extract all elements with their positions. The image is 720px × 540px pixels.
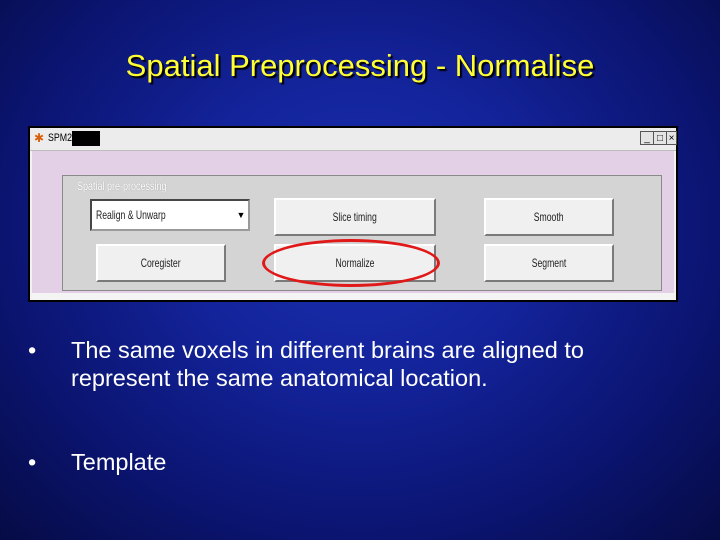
coregister-button[interactable]: Coregister [96, 244, 226, 282]
panel-label: Spatial pre-processing [77, 179, 167, 193]
dropdown-arrow-icon[interactable]: ▼ [236, 204, 246, 226]
segment-button[interactable]: Segment [484, 244, 614, 282]
bullet-dot: • [28, 449, 37, 475]
slice-timing-label: Slice timing [332, 210, 378, 224]
close-button[interactable]: × [666, 131, 677, 145]
minimize-button[interactable]: _ [640, 131, 654, 145]
window-titlebar: ✱ SPM2 _ □ × [30, 128, 677, 151]
realign-dropdown[interactable]: Realign & Unwarp ▼ [90, 199, 250, 231]
redacted-title-area [72, 131, 100, 146]
window-app-name: SPM2 [48, 132, 72, 144]
slice-timing-button[interactable]: Slice timing [274, 198, 436, 236]
slide-title: Spatial Preprocessing - Normalise [125, 48, 595, 83]
normalize-highlight-ellipse [262, 239, 440, 287]
smooth-button[interactable]: Smooth [484, 198, 614, 236]
spm-app-icon: ✱ [34, 131, 45, 145]
bullet-dot: • [28, 337, 37, 363]
bullet-text: The same voxels in different brains are … [71, 337, 584, 391]
segment-label: Segment [531, 256, 567, 270]
coregister-label: Coregister [141, 256, 181, 270]
dropdown-selected-value: Realign & Unwarp [96, 208, 166, 222]
smooth-label: Smooth [534, 210, 564, 224]
maximize-button[interactable]: □ [653, 131, 667, 145]
window-bottom-strip [30, 293, 676, 300]
bullet-text: Template [71, 449, 167, 475]
